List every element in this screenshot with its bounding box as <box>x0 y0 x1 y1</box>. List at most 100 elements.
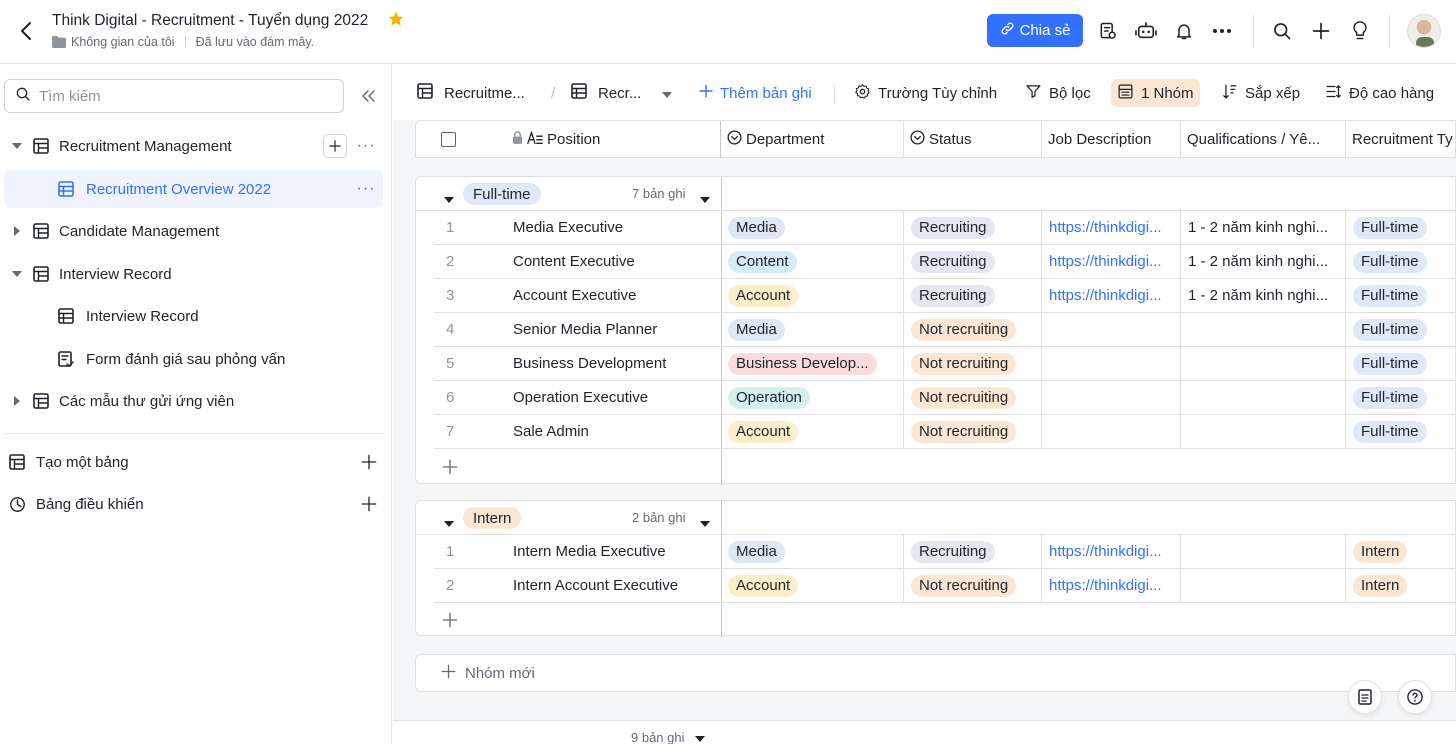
table-row[interactable]: 5 Business Development Business Develop...… <box>434 347 1456 381</box>
table-row[interactable]: 7 Sale Admin Account Not recruiting Full-tim… <box>434 415 1456 449</box>
caret-down-icon[interactable] <box>694 730 705 744</box>
job-description-link[interactable] <box>1042 347 1181 380</box>
more-options-icon[interactable]: ··· <box>355 135 377 157</box>
filter-button[interactable]: Bộ lọc <box>1025 79 1091 107</box>
sidebar-item-form[interactable]: Form đánh giá sau phỏng vấn <box>4 340 383 378</box>
position-cell[interactable]: Intern Account Executive <box>494 569 721 602</box>
recruitment-type-cell[interactable]: Intern <box>1346 569 1456 602</box>
caret-down-icon[interactable] <box>700 190 710 207</box>
lightbulb-icon[interactable] <box>1348 19 1372 43</box>
department-cell[interactable]: Media <box>721 211 904 244</box>
column-header-position[interactable]: Position <box>416 121 721 158</box>
recruitment-type-cell[interactable]: Full-time <box>1346 279 1456 312</box>
department-cell[interactable]: Media <box>721 535 904 568</box>
department-cell[interactable]: Account <box>721 279 904 312</box>
custom-fields-button[interactable]: Trường Tùy chỉnh <box>854 79 997 107</box>
add-table-icon[interactable] <box>360 453 378 471</box>
table-row[interactable]: 3 Account Executive Account Recruiting https… <box>434 279 1456 313</box>
recruitment-type-cell[interactable]: Intern <box>1346 535 1456 568</box>
position-cell[interactable]: Senior Media Planner <box>494 313 721 346</box>
qualifications-cell[interactable] <box>1181 535 1346 568</box>
table-row[interactable]: 2 Content Executive Content Recruiting https… <box>434 245 1456 279</box>
add-dashboard-icon[interactable] <box>360 495 378 513</box>
qualifications-cell[interactable]: 1 - 2 năm kinh nghi... <box>1181 245 1346 278</box>
status-cell[interactable]: Not recruiting <box>904 313 1042 346</box>
qualifications-cell[interactable]: 1 - 2 năm kinh nghi... <box>1181 211 1346 244</box>
qualifications-cell[interactable] <box>1181 347 1346 380</box>
recruitment-type-cell[interactable]: Full-time <box>1346 415 1456 448</box>
recruitment-type-cell[interactable]: Full-time <box>1346 313 1456 346</box>
status-cell[interactable]: Not recruiting <box>904 569 1042 602</box>
job-description-link[interactable] <box>1042 381 1181 414</box>
status-cell[interactable]: Recruiting <box>904 245 1042 278</box>
recruitment-type-cell[interactable]: Full-time <box>1346 381 1456 414</box>
table-row[interactable]: 1 Media Executive Media Recruiting https://t… <box>434 211 1456 245</box>
sidebar-item-email-templates[interactable]: Các mẫu thư gửi ứng viên <box>4 382 383 420</box>
department-cell[interactable]: Business Develop... <box>721 347 904 380</box>
workspace-link[interactable]: Không gian của tôi <box>71 35 175 49</box>
recruitment-type-cell[interactable]: Full-time <box>1346 347 1456 380</box>
caret-down-icon[interactable] <box>662 85 673 102</box>
add-row-button[interactable] <box>434 603 721 637</box>
collapse-sidebar-icon[interactable] <box>358 86 378 106</box>
column-header-recruitment-type[interactable]: Recruitment Ty <box>1346 121 1456 158</box>
position-cell[interactable]: Account Executive <box>494 279 721 312</box>
qualifications-cell[interactable] <box>1181 569 1346 602</box>
caret-down-icon[interactable] <box>12 141 22 151</box>
column-header-qualifications[interactable]: Qualifications / Yê... <box>1181 121 1346 158</box>
caret-right-icon[interactable] <box>12 396 22 406</box>
qualifications-cell[interactable]: 1 - 2 năm kinh nghi... <box>1181 279 1346 312</box>
bell-icon[interactable] <box>1172 19 1196 43</box>
status-cell[interactable]: Not recruiting <box>904 347 1042 380</box>
status-cell[interactable]: Recruiting <box>904 535 1042 568</box>
user-avatar[interactable] <box>1407 14 1441 48</box>
job-description-link[interactable] <box>1042 313 1181 346</box>
robot-icon[interactable] <box>1134 19 1158 43</box>
back-arrow-icon[interactable] <box>14 18 38 44</box>
create-table-item[interactable]: Tạo một bảng <box>0 444 390 480</box>
position-cell[interactable]: Business Development <box>494 347 721 380</box>
sidebar-item-candidate-management[interactable]: Candidate Management <box>4 212 383 250</box>
table-tab[interactable]: Recruitme... <box>417 79 525 107</box>
search-icon[interactable] <box>1270 19 1294 43</box>
caret-down-icon[interactable] <box>444 190 454 207</box>
job-description-link[interactable]: https://thinkdigi... <box>1042 211 1181 244</box>
qualifications-cell[interactable] <box>1181 415 1346 448</box>
more-icon[interactable] <box>1210 19 1234 43</box>
sidebar-item-interview-record[interactable]: Interview Record <box>4 255 383 293</box>
sidebar-item-recruitment-overview[interactable]: Recruitment Overview 2022 ··· <box>4 170 383 208</box>
group-button[interactable]: 1 Nhóm <box>1111 79 1200 107</box>
department-cell[interactable]: Account <box>721 415 904 448</box>
department-cell[interactable]: Media <box>721 313 904 346</box>
column-header-job-description[interactable]: Job Description <box>1042 121 1181 158</box>
position-cell[interactable]: Intern Media Executive <box>494 535 721 568</box>
search-input[interactable] <box>39 87 319 105</box>
sidebar-item-interview-record-view[interactable]: Interview Record <box>4 297 383 335</box>
caret-down-icon[interactable] <box>700 514 710 531</box>
position-cell[interactable]: Operation Executive <box>494 381 721 414</box>
star-icon[interactable] <box>387 10 405 32</box>
caret-down-icon[interactable] <box>444 514 454 531</box>
table-row[interactable]: 2 Intern Account Executive Account Not recr… <box>434 569 1456 603</box>
table-row[interactable]: 1 Intern Media Executive Media Recruiting ht… <box>434 535 1456 569</box>
qualifications-cell[interactable] <box>1181 313 1346 346</box>
recruitment-type-cell[interactable]: Full-time <box>1346 211 1456 244</box>
plus-icon[interactable] <box>1309 19 1333 43</box>
job-description-link[interactable]: https://thinkdigi... <box>1042 569 1181 602</box>
column-header-department[interactable]: Department <box>721 121 904 158</box>
position-cell[interactable]: Media Executive <box>494 211 721 244</box>
document-title[interactable]: Think Digital - Recruitment - Tuyển dụng… <box>52 12 368 30</box>
search-box[interactable] <box>4 79 344 113</box>
row-height-button[interactable]: Độ cao hàng <box>1325 79 1434 107</box>
add-view-button[interactable] <box>323 134 347 158</box>
status-cell[interactable]: Recruiting <box>904 211 1042 244</box>
department-cell[interactable]: Operation <box>721 381 904 414</box>
job-description-link[interactable]: https://thinkdigi... <box>1042 279 1181 312</box>
caret-down-icon[interactable] <box>12 269 22 279</box>
recruitment-type-cell[interactable]: Full-time <box>1346 245 1456 278</box>
job-description-link[interactable] <box>1042 415 1181 448</box>
status-cell[interactable]: Not recruiting <box>904 415 1042 448</box>
table-row[interactable]: 4 Senior Media Planner Media Not recruiting… <box>434 313 1456 347</box>
department-cell[interactable]: Account <box>721 569 904 602</box>
column-header-status[interactable]: Status <box>904 121 1042 158</box>
